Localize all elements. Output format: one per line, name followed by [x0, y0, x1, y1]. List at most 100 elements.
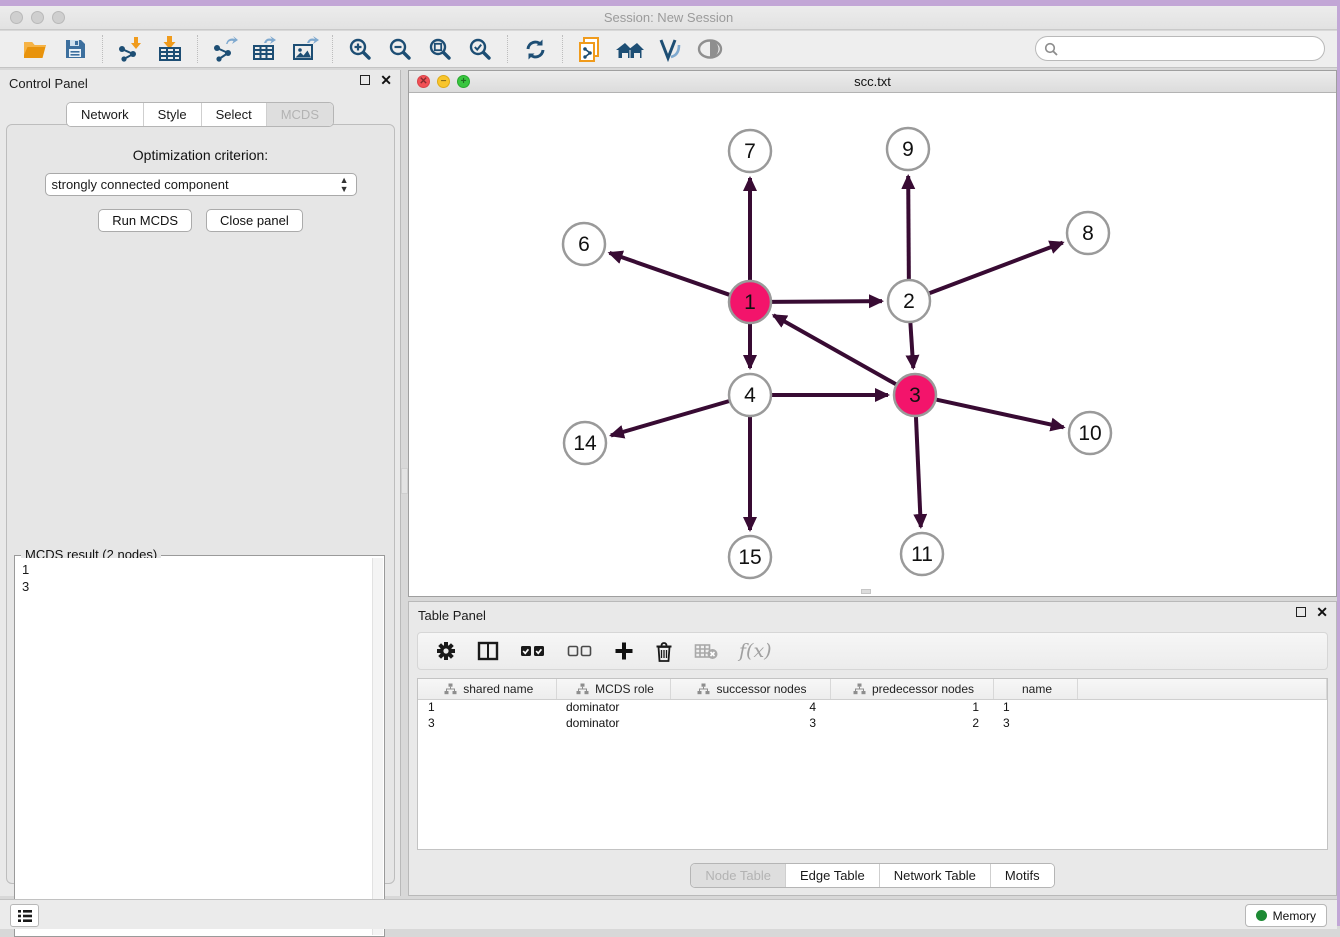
delete-table-icon	[694, 642, 718, 660]
float-table-panel-icon[interactable]	[1296, 607, 1306, 617]
edge-3-11[interactable]	[916, 416, 921, 527]
cell[interactable]: 4	[670, 699, 830, 715]
edge-4-14[interactable]	[611, 401, 730, 436]
edge-3-1[interactable]	[774, 315, 897, 384]
optimization-criterion-label: Optimization criterion:	[7, 147, 394, 163]
cell[interactable]: 1	[418, 699, 556, 715]
vizmapper-icon[interactable]	[655, 35, 685, 63]
save-session-icon[interactable]	[60, 35, 90, 63]
control-panel-title: Control Panel	[9, 76, 88, 91]
close-panel-icon[interactable]: ✕	[380, 75, 392, 85]
network-view-window: ✕ − + scc.txt 7968124314101511	[408, 70, 1337, 597]
network-canvas[interactable]: 7968124314101511	[409, 93, 1336, 596]
tab-edge-table[interactable]: Edge Table	[785, 864, 879, 887]
edge-2-9[interactable]	[908, 176, 909, 280]
tab-network[interactable]: Network	[67, 103, 143, 126]
show-graphics-details-eye-icon[interactable]	[695, 35, 725, 63]
cell[interactable]: 1	[993, 699, 1077, 715]
select-all-checkboxes-icon[interactable]	[520, 644, 546, 658]
export-image-icon[interactable]	[290, 35, 320, 63]
status-bar: Memory	[0, 899, 1337, 929]
column-header-name[interactable]: name	[993, 679, 1077, 699]
chevron-up-down-icon: ▲▼	[340, 176, 349, 194]
tab-node-table[interactable]: Node Table	[691, 864, 785, 887]
optimization-criterion-select[interactable]: strongly connected component ▲▼	[45, 173, 357, 196]
node-label-9: 9	[902, 138, 914, 161]
tab-select[interactable]: Select	[201, 103, 266, 126]
delete-column-trash-icon[interactable]	[655, 641, 673, 662]
function-builder-icon: f(x)	[739, 640, 772, 662]
float-panel-icon[interactable]	[360, 75, 370, 85]
run-mcds-button[interactable]: Run MCDS	[98, 209, 192, 232]
refresh-icon[interactable]	[520, 35, 550, 63]
close-panel-button[interactable]: Close panel	[206, 209, 303, 232]
cell[interactable]: 2	[830, 715, 993, 731]
tab-motifs[interactable]: Motifs	[990, 864, 1054, 887]
global-search-field[interactable]	[1035, 36, 1325, 61]
column-header-predecessor-nodes[interactable]: predecessor nodes	[830, 679, 993, 699]
tab-mcds[interactable]: MCDS	[266, 103, 333, 126]
edge-2-8[interactable]	[929, 243, 1063, 294]
main-toolbar	[0, 31, 1337, 68]
node-table[interactable]: shared nameMCDS rolesuccessor nodesprede…	[417, 678, 1328, 850]
open-folder-icon[interactable]	[20, 35, 50, 63]
memory-status-icon	[1256, 910, 1267, 921]
node-label-14: 14	[573, 432, 597, 455]
memory-button[interactable]: Memory	[1245, 904, 1327, 927]
column-layout-icon[interactable]	[477, 641, 499, 661]
control-panel: Control Panel ✕ Network Style Select MCD…	[0, 70, 401, 896]
node-label-6: 6	[578, 233, 590, 256]
result-scrollbar[interactable]	[372, 558, 383, 935]
home-icon[interactable]	[615, 35, 645, 63]
column-header-shared-name[interactable]: shared name	[418, 679, 556, 699]
node-label-10: 10	[1078, 422, 1101, 445]
cell[interactable]: 1	[830, 699, 993, 715]
network-graph[interactable]: 7968124314101511	[409, 93, 1336, 596]
cell[interactable]: dominator	[556, 699, 670, 715]
settings-gear-icon[interactable]	[436, 641, 456, 661]
table-row[interactable]: 1dominator411	[418, 699, 1327, 715]
window-title: Session: New Session	[0, 10, 1337, 25]
node-label-15: 15	[738, 546, 761, 569]
deselect-all-checkboxes-icon[interactable]	[567, 644, 593, 658]
import-table-icon[interactable]	[155, 35, 185, 63]
table-row[interactable]: 3dominator323	[418, 715, 1327, 731]
zoom-selected-icon[interactable]	[465, 35, 495, 63]
node-label-3: 3	[909, 384, 921, 407]
add-column-icon[interactable]	[614, 641, 634, 661]
search-icon	[1044, 42, 1058, 56]
search-input[interactable]	[1063, 42, 1324, 56]
task-history-button[interactable]	[10, 904, 39, 927]
column-header-successor-nodes[interactable]: successor nodes	[670, 679, 830, 699]
cell[interactable]: dominator	[556, 715, 670, 731]
tab-style[interactable]: Style	[143, 103, 201, 126]
edge-3-10[interactable]	[936, 399, 1064, 427]
dropdown-selected-value: strongly connected component	[52, 177, 229, 192]
zoom-fit-icon[interactable]	[425, 35, 455, 63]
edge-1-2[interactable]	[771, 301, 882, 302]
node-label-7: 7	[744, 140, 756, 163]
cell[interactable]: 3	[418, 715, 556, 731]
export-network-icon[interactable]	[210, 35, 240, 63]
edge-1-6[interactable]	[609, 253, 730, 295]
zoom-out-icon[interactable]	[385, 35, 415, 63]
mcds-result-text[interactable]: 1 3	[16, 558, 372, 935]
panel-divider-grip[interactable]	[401, 468, 408, 494]
export-table-icon[interactable]	[250, 35, 280, 63]
zoom-in-icon[interactable]	[345, 35, 375, 63]
app-title-bar: Session: New Session	[0, 6, 1337, 30]
memory-label: Memory	[1273, 909, 1316, 923]
node-label-4: 4	[744, 384, 756, 407]
open-session-file-icon[interactable]	[575, 35, 605, 63]
close-table-panel-icon[interactable]: ✕	[1316, 607, 1328, 617]
table-panel-title: Table Panel	[418, 608, 486, 623]
node-label-1: 1	[744, 291, 756, 314]
tab-network-table[interactable]: Network Table	[879, 864, 990, 887]
cell[interactable]: 3	[670, 715, 830, 731]
edge-2-3[interactable]	[910, 322, 913, 368]
import-network-icon[interactable]	[115, 35, 145, 63]
column-header-MCDS-role[interactable]: MCDS role	[556, 679, 670, 699]
canvas-resize-grip[interactable]	[861, 589, 871, 594]
cell[interactable]: 3	[993, 715, 1077, 731]
node-label-11: 11	[911, 543, 933, 566]
